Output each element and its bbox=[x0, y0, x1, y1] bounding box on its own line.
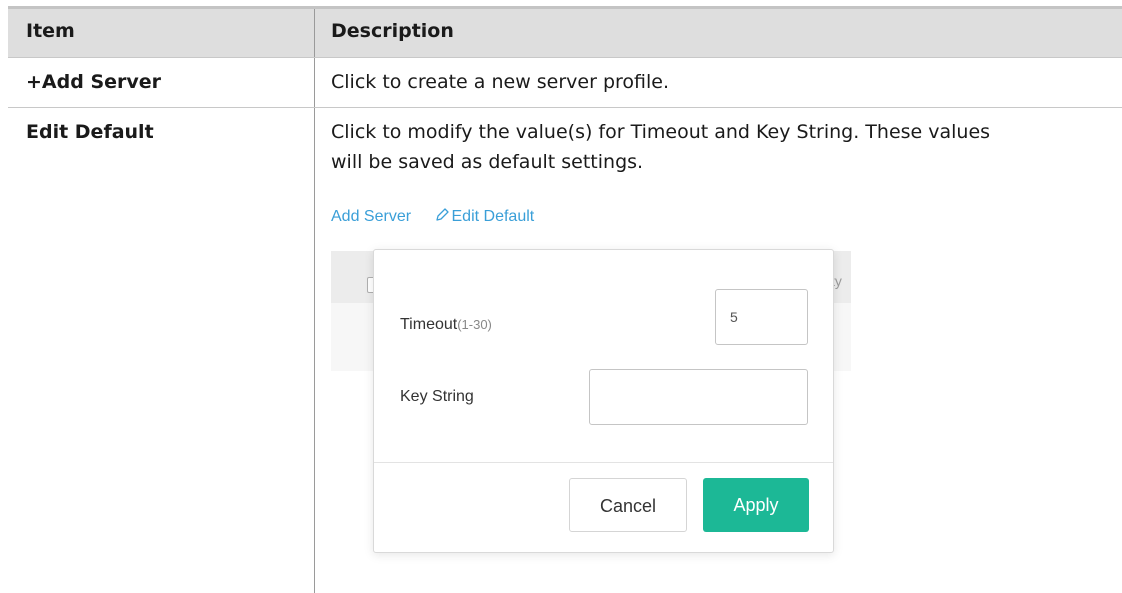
header-description: Description bbox=[331, 20, 454, 42]
edit-default-label: Edit Default bbox=[451, 208, 535, 225]
row-item-add-server: +Add Server bbox=[26, 71, 162, 93]
edit-default-link[interactable]: Edit Default bbox=[434, 208, 535, 225]
pencil-icon bbox=[435, 208, 449, 221]
table-header-row bbox=[8, 9, 1122, 57]
timeout-label-text: Timeout bbox=[400, 316, 458, 333]
dialog-footer-divider bbox=[374, 462, 833, 463]
timeout-label: Timeout(1-30) bbox=[400, 316, 492, 334]
header-item: Item bbox=[26, 20, 75, 42]
apply-button[interactable]: Apply bbox=[703, 478, 809, 532]
row-desc-edit-default: Click to modify the value(s) for Timeout… bbox=[331, 117, 990, 177]
edit-default-dialog: Timeout(1-30) 5 Key String Cancel Apply bbox=[373, 249, 834, 553]
embedded-screenshot: Add Server Edit Default ty Timeout(1-30)… bbox=[331, 207, 891, 567]
timeout-input[interactable]: 5 bbox=[715, 289, 808, 345]
add-server-link[interactable]: Add Server bbox=[331, 208, 411, 225]
key-string-input[interactable] bbox=[589, 369, 808, 425]
column-divider bbox=[314, 9, 315, 593]
key-string-label: Key String bbox=[400, 388, 474, 405]
row-divider bbox=[8, 57, 1122, 58]
desc-line-2: will be saved as default settings. bbox=[331, 151, 644, 173]
desc-line-1: Click to modify the value(s) for Timeout… bbox=[331, 121, 991, 143]
cancel-button[interactable]: Cancel bbox=[569, 478, 687, 532]
row-divider bbox=[8, 107, 1122, 108]
row-desc-add-server: Click to create a new server profile. bbox=[331, 71, 670, 93]
toolbar: Add Server Edit Default bbox=[331, 207, 534, 226]
row-item-edit-default: Edit Default bbox=[26, 121, 154, 143]
timeout-range: (1-30) bbox=[457, 317, 492, 332]
